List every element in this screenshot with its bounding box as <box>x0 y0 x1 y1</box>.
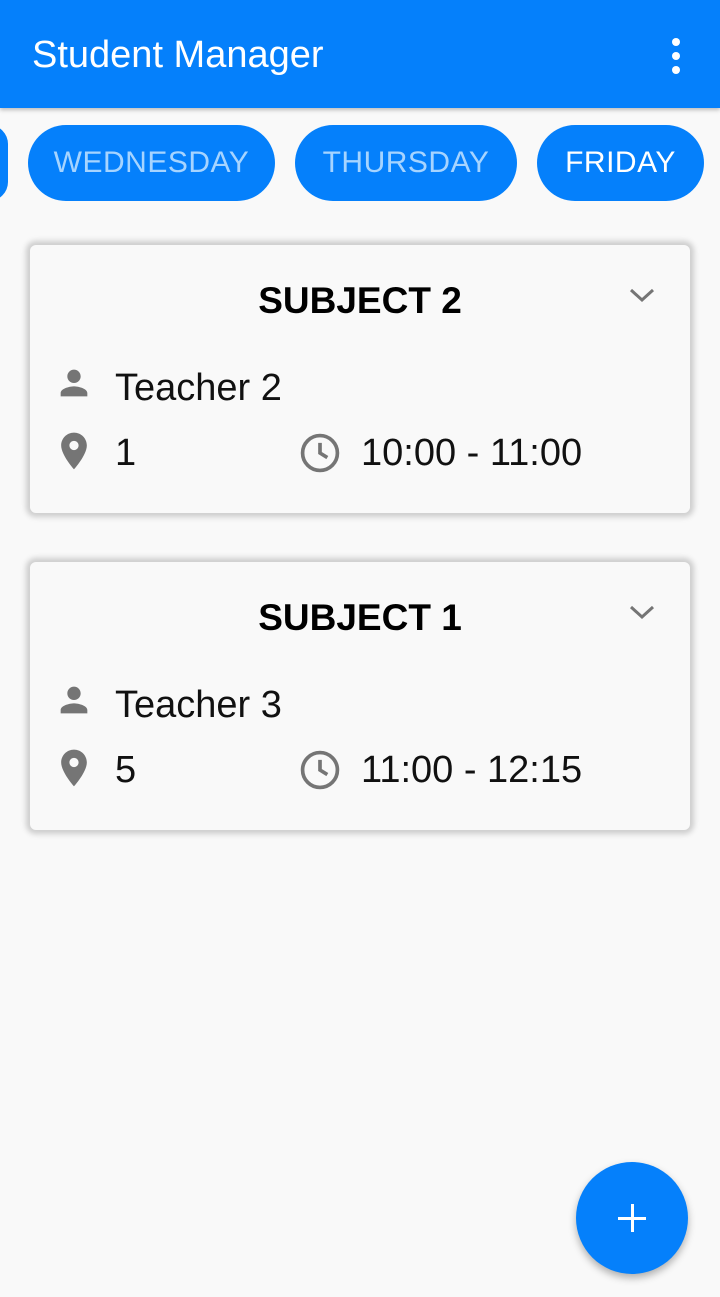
person-icon <box>60 686 88 714</box>
day-chip-thursday[interactable]: THURSDAY <box>295 125 517 201</box>
day-chip-friday[interactable]: FRIDAY <box>537 125 704 201</box>
more-vert-icon <box>672 38 680 46</box>
day-chip-wednesday[interactable]: WEDNESDAY <box>28 125 275 201</box>
room-number: 5 <box>115 749 137 791</box>
class-card[interactable]: SUBJECT 2 Teacher 2 1 10:00 - 11:00 <box>30 245 690 513</box>
room-number: 1 <box>115 432 137 474</box>
more-vert-icon-dot <box>672 66 680 74</box>
subject-title: SUBJECT 1 <box>258 597 462 638</box>
clock-icon <box>300 433 340 473</box>
class-card[interactable]: SUBJECT 1 Teacher 3 5 11:00 - 12:15 <box>30 562 690 830</box>
person-icon <box>60 369 88 397</box>
class-time: 10:00 - 11:00 <box>361 432 583 474</box>
location-pin-icon <box>61 432 87 470</box>
day-selector: WEDNESDAY THURSDAY FRIDAY <box>0 125 720 201</box>
clock-icon <box>300 750 340 790</box>
more-vert-icon-dot <box>672 52 680 60</box>
class-time: 11:00 - 12:15 <box>361 749 583 791</box>
chevron-down-icon[interactable] <box>628 602 656 622</box>
overflow-menu-button[interactable] <box>656 32 696 80</box>
day-chip-tuesday-partial[interactable] <box>0 125 8 201</box>
app-bar: Student Manager <box>0 0 720 108</box>
teacher-name: Teacher 3 <box>115 684 282 726</box>
location-pin-icon <box>61 749 87 787</box>
chevron-down-icon[interactable] <box>628 285 656 305</box>
plus-icon-bar <box>631 1204 634 1232</box>
app-title: Student Manager <box>32 34 324 76</box>
subject-title: SUBJECT 2 <box>258 280 462 321</box>
add-class-button[interactable] <box>576 1162 688 1274</box>
teacher-name: Teacher 2 <box>115 367 282 409</box>
